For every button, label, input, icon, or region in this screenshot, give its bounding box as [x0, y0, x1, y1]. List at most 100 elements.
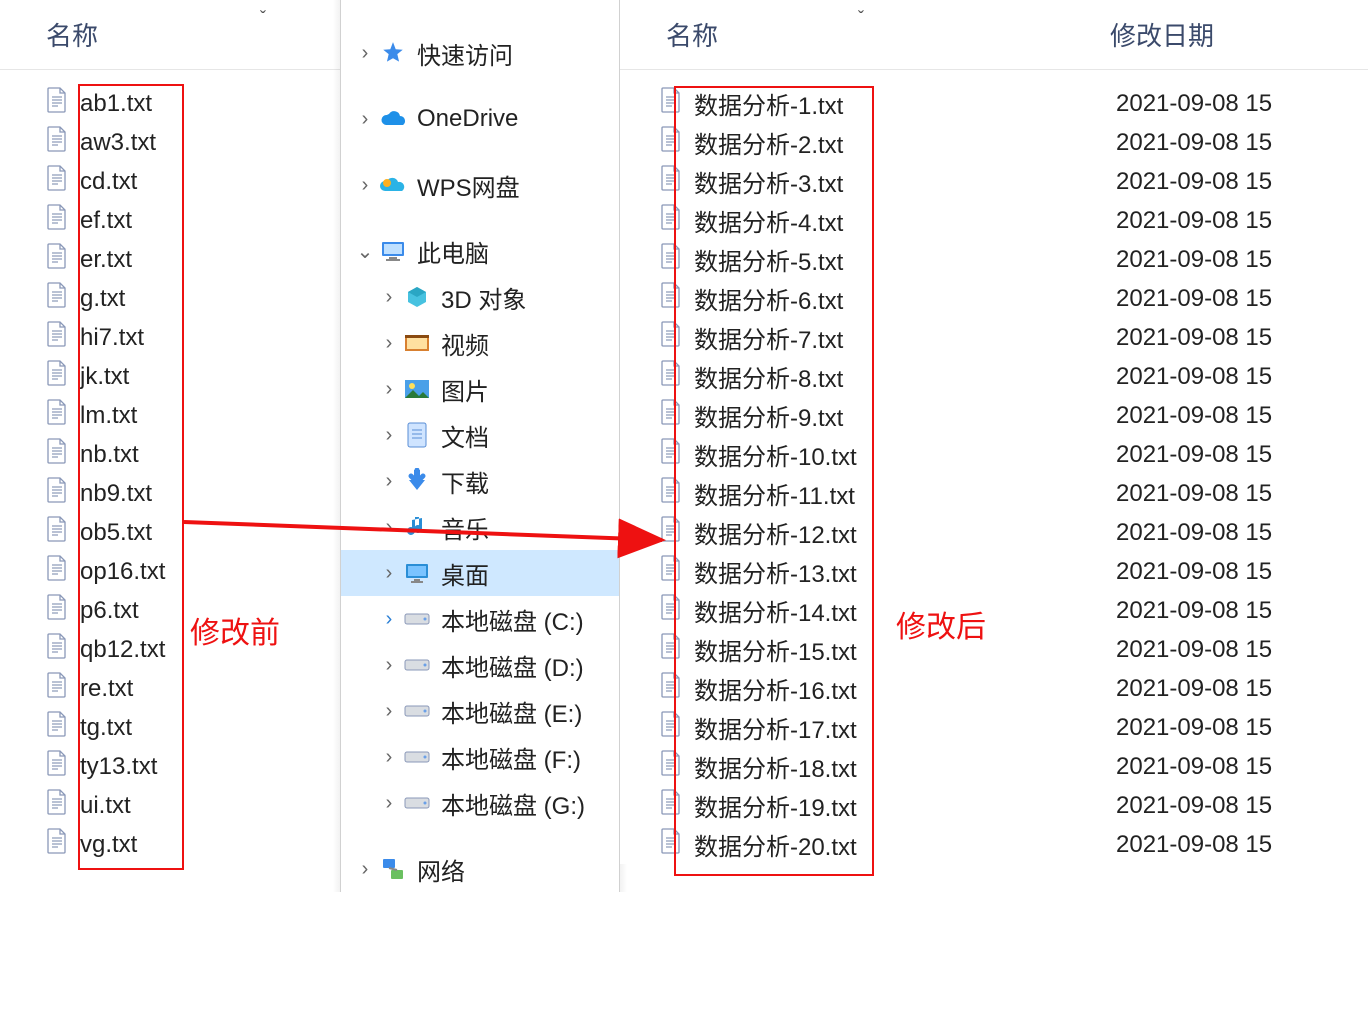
expand-chevron-icon[interactable]: ›	[375, 746, 403, 769]
expand-chevron-icon[interactable]: ›	[375, 516, 403, 539]
expand-chevron-icon[interactable]: ›	[375, 332, 403, 355]
file-row[interactable]: 数据分析-11.txt 2021-09-08 15	[620, 474, 1368, 513]
text-file-icon	[660, 828, 694, 861]
file-name: ab1.txt	[80, 90, 152, 118]
file-row[interactable]: aw3.txt	[0, 123, 340, 162]
file-name: ob5.txt	[80, 519, 152, 547]
file-row[interactable]: op16.txt	[0, 552, 340, 591]
file-row[interactable]: 数据分析-12.txt 2021-09-08 15	[620, 513, 1368, 552]
text-file-icon	[46, 828, 80, 861]
file-row[interactable]: vg.txt	[0, 825, 340, 864]
expand-chevron-icon[interactable]: ›	[375, 286, 403, 309]
file-row[interactable]: ui.txt	[0, 786, 340, 825]
sort-indicator-icon[interactable]: ˇ	[260, 8, 266, 29]
file-row[interactable]: 数据分析-17.txt 2021-09-08 15	[620, 708, 1368, 747]
nav-item-quickaccess[interactable]: › 快速访问	[341, 30, 619, 76]
file-row[interactable]: 数据分析-5.txt 2021-09-08 15	[620, 240, 1368, 279]
nav-item-drive[interactable]: › 本地磁盘 (D:)	[341, 642, 619, 688]
column-header-name[interactable]: 名称	[620, 16, 718, 53]
expand-chevron-icon[interactable]: ›	[375, 700, 403, 723]
nav-item-downloads[interactable]: › 下载	[341, 458, 619, 504]
file-row[interactable]: ef.txt	[0, 201, 340, 240]
file-row[interactable]: cd.txt	[0, 162, 340, 201]
nav-item-drive[interactable]: › 本地磁盘 (F:)	[341, 734, 619, 780]
file-modified-date: 2021-09-08 15	[1116, 792, 1272, 820]
nav-item-music[interactable]: › 音乐	[341, 504, 619, 550]
file-row[interactable]: qb12.txt	[0, 630, 340, 669]
file-name: op16.txt	[80, 558, 165, 586]
nav-item-desktop[interactable]: › 桌面	[341, 550, 619, 596]
file-row[interactable]: 数据分析-8.txt 2021-09-08 15	[620, 357, 1368, 396]
file-row[interactable]: 数据分析-9.txt 2021-09-08 15	[620, 396, 1368, 435]
file-name: 数据分析-2.txt	[694, 125, 843, 160]
nav-item-pictures[interactable]: › 图片	[341, 366, 619, 412]
file-row[interactable]: nb.txt	[0, 435, 340, 474]
file-name: 数据分析-5.txt	[694, 242, 843, 277]
file-row[interactable]: 数据分析-7.txt 2021-09-08 15	[620, 318, 1368, 357]
file-row[interactable]: 数据分析-19.txt 2021-09-08 15	[620, 786, 1368, 825]
file-row[interactable]: tg.txt	[0, 708, 340, 747]
file-row[interactable]: 数据分析-18.txt 2021-09-08 15	[620, 747, 1368, 786]
file-name: nb.txt	[80, 441, 139, 469]
file-row[interactable]: er.txt	[0, 240, 340, 279]
file-row[interactable]: ab1.txt	[0, 84, 340, 123]
file-row[interactable]: 数据分析-16.txt 2021-09-08 15	[620, 669, 1368, 708]
left-file-pane: 名称 ˇ ab1.txt aw3.txt cd.txt ef.txt	[0, 0, 340, 864]
column-header-date[interactable]: 修改日期	[1110, 16, 1214, 53]
expand-chevron-icon[interactable]: ›	[351, 108, 379, 131]
file-modified-date: 2021-09-08 15	[1116, 675, 1272, 703]
file-row[interactable]: 数据分析-15.txt 2021-09-08 15	[620, 630, 1368, 669]
nav-item-drive[interactable]: › 本地磁盘 (E:)	[341, 688, 619, 734]
file-row[interactable]: 数据分析-2.txt 2021-09-08 15	[620, 123, 1368, 162]
expand-chevron-icon[interactable]: ›	[351, 42, 379, 65]
expand-chevron-icon[interactable]: ›	[375, 470, 403, 493]
expand-chevron-icon[interactable]: ›	[375, 654, 403, 677]
file-row[interactable]: p6.txt	[0, 591, 340, 630]
file-row[interactable]: 数据分析-20.txt 2021-09-08 15	[620, 825, 1368, 864]
nav-item-video[interactable]: › 视频	[341, 320, 619, 366]
nav-item-label: 下载	[441, 464, 489, 499]
file-row[interactable]: nb9.txt	[0, 474, 340, 513]
file-row[interactable]: ty13.txt	[0, 747, 340, 786]
text-file-icon	[660, 321, 694, 354]
expand-chevron-icon[interactable]: ›	[375, 378, 403, 401]
expand-chevron-icon[interactable]: ›	[375, 608, 403, 631]
expand-chevron-icon[interactable]: ›	[351, 858, 379, 881]
expand-chevron-icon[interactable]: ›	[375, 424, 403, 447]
nav-item-onedrive[interactable]: › OneDrive	[341, 96, 619, 142]
file-row[interactable]: 数据分析-13.txt 2021-09-08 15	[620, 552, 1368, 591]
file-row[interactable]: 数据分析-3.txt 2021-09-08 15	[620, 162, 1368, 201]
file-row[interactable]: 数据分析-14.txt 2021-09-08 15	[620, 591, 1368, 630]
file-row[interactable]: lm.txt	[0, 396, 340, 435]
file-modified-date: 2021-09-08 15	[1116, 324, 1272, 352]
nav-item-wps[interactable]: › WPS网盘	[341, 162, 619, 208]
file-name: vg.txt	[80, 831, 137, 859]
file-modified-date: 2021-09-08 15	[1116, 207, 1272, 235]
nav-item-documents[interactable]: › 文档	[341, 412, 619, 458]
nav-item-thispc[interactable]: ⌄ 此电脑	[341, 228, 619, 274]
nav-item-drive[interactable]: › 本地磁盘 (G:)	[341, 780, 619, 826]
file-modified-date: 2021-09-08 15	[1116, 480, 1272, 508]
nav-item-drive[interactable]: › 本地磁盘 (C:)	[341, 596, 619, 642]
file-row[interactable]: ob5.txt	[0, 513, 340, 552]
column-header-name[interactable]: 名称	[0, 16, 98, 53]
expand-chevron-icon[interactable]: ›	[375, 792, 403, 815]
file-row[interactable]: 数据分析-10.txt 2021-09-08 15	[620, 435, 1368, 474]
file-row[interactable]: 数据分析-1.txt 2021-09-08 15	[620, 84, 1368, 123]
sort-indicator-icon[interactable]: ˇ	[858, 8, 864, 29]
file-row[interactable]: 数据分析-6.txt 2021-09-08 15	[620, 279, 1368, 318]
expand-chevron-icon[interactable]: ›	[351, 174, 379, 197]
file-row[interactable]: jk.txt	[0, 357, 340, 396]
nav-item-network[interactable]: › 网络	[341, 846, 619, 892]
file-row[interactable]: g.txt	[0, 279, 340, 318]
file-row[interactable]: re.txt	[0, 669, 340, 708]
expand-chevron-icon[interactable]: ›	[375, 562, 403, 585]
file-row[interactable]: hi7.txt	[0, 318, 340, 357]
nav-item-3d[interactable]: › 3D 对象	[341, 274, 619, 320]
expand-chevron-icon[interactable]: ⌄	[351, 239, 379, 264]
file-name: lm.txt	[80, 402, 137, 430]
text-file-icon	[660, 672, 694, 705]
nav-item-label: 音乐	[441, 510, 489, 545]
file-name: 数据分析-12.txt	[694, 515, 857, 550]
file-row[interactable]: 数据分析-4.txt 2021-09-08 15	[620, 201, 1368, 240]
